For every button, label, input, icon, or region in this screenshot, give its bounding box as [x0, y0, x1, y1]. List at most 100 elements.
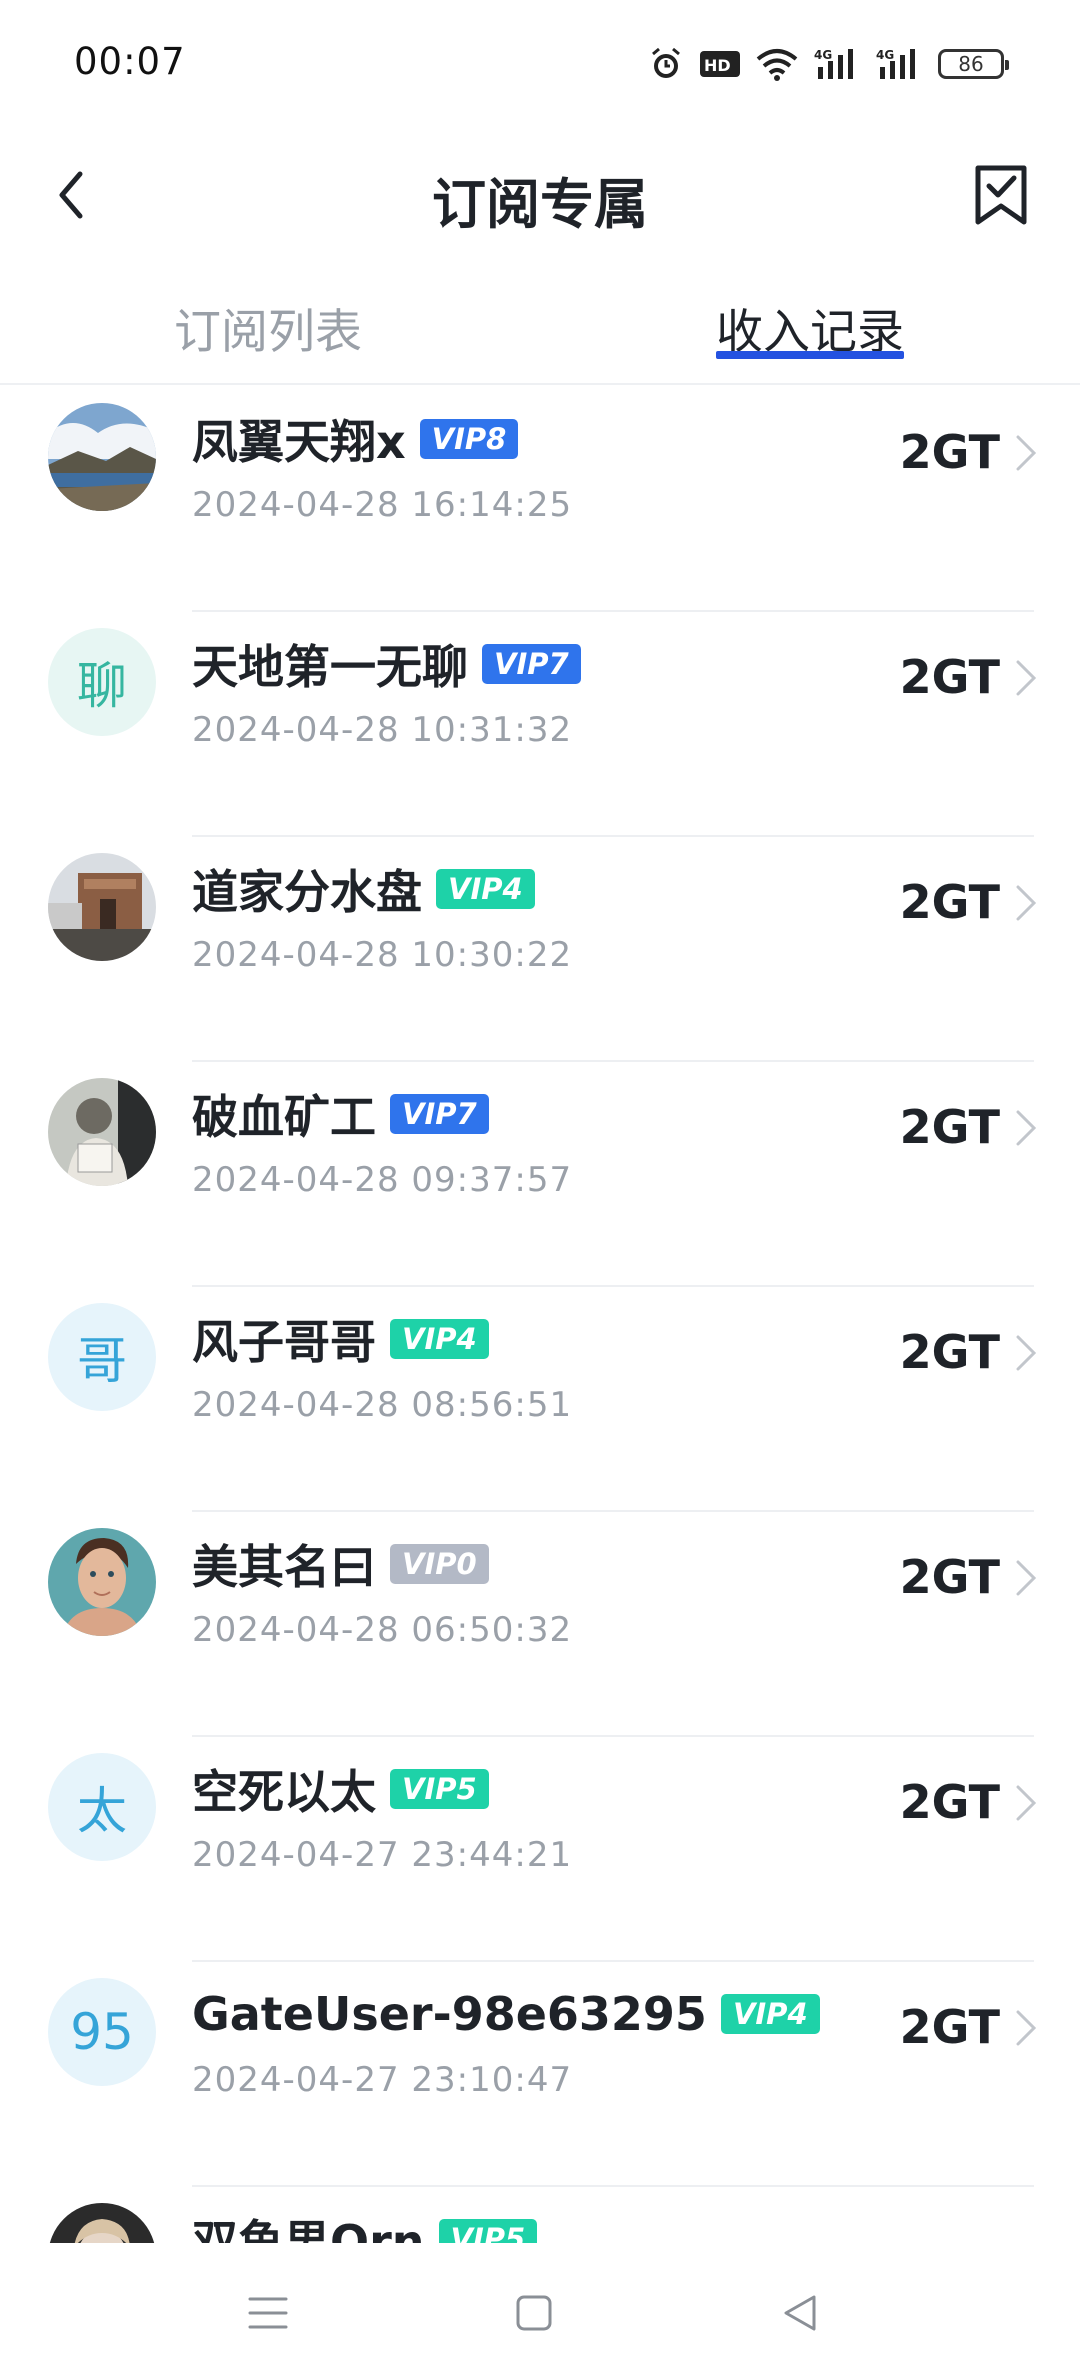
record-amount: 2GT [899, 1550, 1000, 1604]
avatar: 哥 [48, 1303, 156, 1411]
list-item[interactable]: 太 空死以太 VIP5 2024-04-27 23:44:21 2GT [0, 1737, 1080, 1962]
name-line: 天地第一无聊 VIP7 [192, 632, 581, 696]
chevron-right-icon [1016, 2010, 1037, 2046]
triangle-back-icon [784, 2295, 816, 2331]
bookmark-check-button[interactable] [966, 158, 1036, 232]
name-line: GateUser-98e63295 VIP4 [192, 1982, 820, 2046]
user-name: 凤翼天翔x [192, 415, 406, 469]
chevron-right-icon [1016, 1335, 1037, 1371]
chevron-right-icon [1016, 885, 1037, 921]
person-photo-avatar [48, 1078, 156, 1186]
user-name: 道家分水盘 [192, 865, 422, 919]
list-item[interactable]: 哥 风子哥哥 VIP4 2024-04-28 08:56:51 2GT [0, 1287, 1080, 1512]
vip-badge: VIP7 [390, 1094, 489, 1134]
vip-badge: VIP5 [390, 1769, 489, 1809]
list-item[interactable]: 聊 天地第一无聊 VIP7 2024-04-28 10:31:32 2GT [0, 612, 1080, 837]
list-item[interactable]: 双鱼男Orn VIP5 [0, 2187, 1080, 2243]
name-line: 凤翼天翔x VIP8 [192, 407, 519, 471]
list-item[interactable]: 95 GateUser-98e63295 VIP4 2024-04-27 23:… [0, 1962, 1080, 2187]
record-amount: 2GT [899, 425, 1000, 479]
status-time: 00:07 [74, 40, 186, 83]
building-photo-avatar [48, 853, 156, 961]
active-tab-indicator [716, 351, 904, 359]
user-name: GateUser-98e63295 [192, 1987, 707, 2041]
bookmark-check-icon [975, 165, 1027, 225]
avatar: 聊 [48, 628, 156, 736]
avatar [48, 403, 156, 511]
name-line: 风子哥哥 VIP4 [192, 1307, 489, 1371]
menu-icon [248, 2297, 288, 2329]
chevron-right-icon [1016, 1785, 1037, 1821]
system-nav-bar [0, 2243, 1080, 2376]
vip-badge: VIP4 [436, 869, 535, 909]
battery-icon: 86 [938, 49, 1009, 79]
record-amount: 2GT [899, 1775, 1000, 1829]
name-line: 空死以太 VIP5 [192, 1757, 489, 1821]
list-item[interactable]: 凤翼天翔x VIP8 2024-04-28 16:14:25 2GT [0, 387, 1080, 612]
record-time: 2024-04-28 16:14:25 [192, 485, 573, 525]
tab-subscription-list[interactable]: 订阅列表 [174, 293, 362, 362]
chevron-right-icon [1016, 660, 1037, 696]
record-time: 2024-04-28 10:31:32 [192, 710, 573, 750]
alarm-icon [652, 47, 680, 78]
tab-bar: 订阅列表 收入记录 [0, 285, 1080, 385]
svg-text:HD: HD [704, 56, 731, 75]
vip-badge: VIP0 [390, 1544, 489, 1584]
landscape-photo-avatar [48, 403, 156, 511]
record-time: 2024-04-28 08:56:51 [192, 1385, 573, 1425]
vip-badge: VIP7 [482, 644, 581, 684]
list-item[interactable]: 破血矿工 VIP7 2024-04-28 09:37:57 2GT [0, 1062, 1080, 1287]
record-time: 2024-04-27 23:44:21 [192, 1835, 573, 1875]
record-amount: 2GT [899, 1325, 1000, 1379]
name-line: 道家分水盘 VIP4 [192, 857, 535, 921]
record-amount: 2GT [899, 1100, 1000, 1154]
svg-text:4G: 4G [876, 48, 894, 62]
income-record-list[interactable]: 凤翼天翔x VIP8 2024-04-28 16:14:25 2GT 聊 天地第… [0, 387, 1080, 2243]
menu-button[interactable] [238, 2283, 298, 2343]
vip-badge: VIP8 [419, 419, 519, 459]
record-time: 2024-04-28 10:30:22 [192, 935, 573, 975]
wifi-icon [756, 49, 798, 81]
user-name: 破血矿工 [192, 1090, 376, 1144]
chevron-right-icon [1016, 435, 1037, 471]
user-name: 空死以太 [192, 1765, 376, 1819]
record-time: 2024-04-28 06:50:32 [192, 1610, 573, 1650]
chevron-right-icon [1016, 1560, 1037, 1596]
svg-text:4G: 4G [814, 48, 832, 62]
square-icon [516, 2295, 552, 2331]
user-name: 天地第一无聊 [192, 640, 468, 694]
user-name: 风子哥哥 [192, 1315, 376, 1369]
list-item[interactable]: 道家分水盘 VIP4 2024-04-28 10:30:22 2GT [0, 837, 1080, 1062]
name-line: 双鱼男Orn VIP5 [192, 2207, 538, 2243]
record-amount: 2GT [899, 2000, 1000, 2054]
avatar [48, 1528, 156, 1636]
status-bar: 00:07 HD 4G 4G 86 [0, 0, 1080, 130]
portrait-photo-avatar [48, 2203, 156, 2243]
avatar [48, 853, 156, 961]
name-line: 破血矿工 VIP7 [192, 1082, 489, 1146]
vip-badge: VIP4 [390, 1319, 489, 1359]
record-amount: 2GT [899, 650, 1000, 704]
user-name: 双鱼男Orn [192, 2215, 425, 2243]
record-amount: 2GT [899, 875, 1000, 929]
avatar: 95 [48, 1978, 156, 2086]
name-line: 美其名曰 VIP0 [192, 1532, 489, 1596]
home-button[interactable] [504, 2283, 564, 2343]
list-item[interactable]: 美其名曰 VIP0 2024-04-28 06:50:32 2GT [0, 1512, 1080, 1737]
status-icons: HD 4G 4G 86 [648, 44, 1009, 84]
avatar [48, 1078, 156, 1186]
record-time: 2024-04-27 23:10:47 [192, 2060, 573, 2100]
hd-icon: HD [700, 51, 740, 77]
page-title: 订阅专属 [432, 173, 648, 236]
back-nav-button[interactable] [770, 2283, 830, 2343]
user-name: 美其名曰 [192, 1540, 376, 1594]
chevron-right-icon [1016, 1110, 1037, 1146]
nav-bar: 订阅专属 [0, 140, 1080, 250]
battery-level: 86 [958, 52, 984, 76]
vip-badge: VIP4 [720, 1994, 820, 2034]
vip-badge: VIP5 [438, 2219, 538, 2243]
signal-4g-icon: 4G [814, 48, 853, 79]
avatar: 太 [48, 1753, 156, 1861]
portrait-photo-avatar [48, 1528, 156, 1636]
record-time: 2024-04-28 09:37:57 [192, 1160, 573, 1200]
